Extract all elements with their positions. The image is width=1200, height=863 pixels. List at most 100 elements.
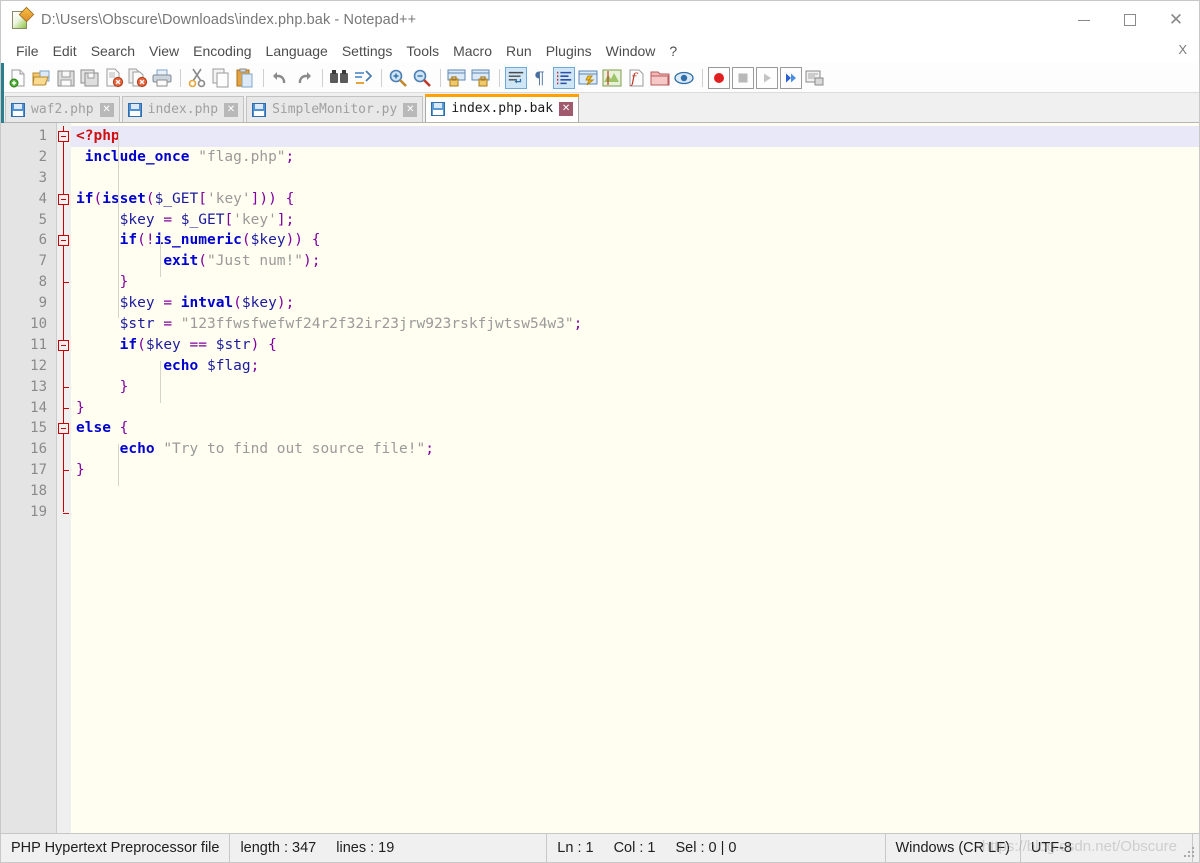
tab-index-php[interactable]: index.php ✕ <box>121 96 245 122</box>
editor-area[interactable]: 1 2 3 4 5 6 7 8 9 10 11 12 13 14 15 16 17 18 19 <?php incl… <box>1 123 1199 833</box>
menu-edit[interactable]: Edit <box>46 41 84 61</box>
save-icon[interactable] <box>55 67 77 89</box>
code-line[interactable] <box>71 481 1199 502</box>
menu-view[interactable]: View <box>142 41 186 61</box>
code-line[interactable]: } <box>71 460 1199 481</box>
show-indent-guide-icon[interactable] <box>553 66 575 89</box>
fold-row[interactable] <box>57 146 71 168</box>
run-macro-multiple-icon[interactable] <box>780 66 802 89</box>
menu-plugins[interactable]: Plugins <box>539 41 599 61</box>
cut-icon[interactable] <box>186 67 208 89</box>
fold-collapse-icon[interactable] <box>58 193 69 205</box>
redo-icon[interactable] <box>293 67 315 89</box>
fold-row[interactable] <box>57 502 71 523</box>
replace-icon[interactable] <box>352 67 374 89</box>
tab-close-icon[interactable]: ✕ <box>99 102 114 117</box>
fold-row[interactable] <box>57 209 71 231</box>
word-wrap-icon[interactable] <box>505 66 527 89</box>
play-macro-icon[interactable] <box>756 66 778 89</box>
tab-waf2-php[interactable]: waf2.php ✕ <box>5 96 120 122</box>
paste-icon[interactable] <box>234 67 256 89</box>
code-line[interactable]: } <box>71 377 1199 398</box>
tab-close-icon[interactable]: ✕ <box>224 102 239 117</box>
zoom-out-icon[interactable] <box>411 67 433 89</box>
fold-row[interactable] <box>57 439 71 461</box>
monitoring-icon[interactable] <box>673 67 695 89</box>
menu-macro[interactable]: Macro <box>446 41 499 61</box>
close-document-button[interactable]: X <box>1178 42 1187 57</box>
code-line[interactable]: $str = "123ffwsfwefwf24r2f32ir23jrw923rs… <box>71 314 1199 335</box>
function-list-icon[interactable]: f <box>625 67 647 89</box>
code-line[interactable] <box>71 168 1199 189</box>
menu-tools[interactable]: Tools <box>399 41 446 61</box>
fold-row[interactable] <box>57 293 71 315</box>
menu-settings[interactable]: Settings <box>335 41 400 61</box>
record-macro-icon[interactable] <box>708 66 730 89</box>
tab-index-php-bak[interactable]: index.php.bak ✕ <box>425 94 580 122</box>
fold-row[interactable] <box>57 251 71 273</box>
undo-icon[interactable] <box>269 67 291 89</box>
stop-macro-icon[interactable] <box>732 66 754 89</box>
code-line[interactable]: echo "Try to find out source file!"; <box>71 439 1199 460</box>
show-all-characters-icon[interactable]: ¶ <box>529 67 551 89</box>
tab-simplemonitor-py[interactable]: SimpleMonitor.py ✕ <box>246 96 424 122</box>
find-icon[interactable] <box>328 67 350 89</box>
menu-language[interactable]: Language <box>259 41 335 61</box>
close-all-files-icon[interactable] <box>127 67 149 89</box>
close-file-icon[interactable] <box>103 67 125 89</box>
fold-row[interactable] <box>57 334 71 356</box>
maximize-button[interactable] <box>1107 1 1153 39</box>
code-line[interactable]: include_once "flag.php"; <box>71 147 1199 168</box>
fold-row[interactable] <box>57 397 71 419</box>
fold-row[interactable] <box>57 314 71 335</box>
code-line[interactable]: echo $flag; <box>71 356 1199 377</box>
code-line[interactable]: } <box>71 272 1199 293</box>
code-line[interactable]: if(isset($_GET['key'])) { <box>71 189 1199 210</box>
code-line[interactable]: if(!is_numeric($key)) { <box>71 230 1199 251</box>
zoom-in-icon[interactable] <box>387 67 409 89</box>
menu-help[interactable]: ? <box>662 41 684 61</box>
fold-row[interactable] <box>57 376 71 398</box>
menu-search[interactable]: Search <box>84 41 142 61</box>
code-line[interactable]: if($key == $str) { <box>71 335 1199 356</box>
fold-row[interactable] <box>57 481 71 503</box>
sync-horizontal-scroll-icon[interactable] <box>470 67 492 89</box>
fold-row[interactable] <box>57 188 71 210</box>
fold-row[interactable] <box>57 230 71 252</box>
menu-file[interactable]: File <box>9 41 46 61</box>
copy-icon[interactable] <box>210 67 232 89</box>
user-defined-dialog-icon[interactable] <box>577 67 599 89</box>
code-line[interactable]: <?php <box>71 126 1199 147</box>
tab-close-icon[interactable]: ✕ <box>403 102 418 117</box>
fold-row[interactable] <box>57 418 71 440</box>
document-map-icon[interactable] <box>601 67 623 89</box>
tab-close-icon[interactable]: ✕ <box>559 101 574 116</box>
fold-collapse-icon[interactable] <box>58 339 69 351</box>
code-line[interactable]: $key = intval($key); <box>71 293 1199 314</box>
fold-row[interactable] <box>57 126 71 147</box>
code-line[interactable]: else { <box>71 418 1199 439</box>
menu-window[interactable]: Window <box>599 41 663 61</box>
menu-run[interactable]: Run <box>499 41 539 61</box>
code-line[interactable] <box>71 502 1199 523</box>
minimize-button[interactable] <box>1061 1 1107 39</box>
fold-row[interactable] <box>57 167 71 189</box>
run-icon[interactable] <box>804 67 826 89</box>
new-file-icon[interactable] <box>7 67 29 89</box>
open-file-icon[interactable] <box>31 67 53 89</box>
close-button[interactable]: ✕ <box>1153 1 1199 39</box>
code-line[interactable]: } <box>71 398 1199 419</box>
print-icon[interactable] <box>151 67 173 89</box>
fold-row[interactable] <box>57 272 71 294</box>
code-text-area[interactable]: <?php include_once "flag.php"; if(isset(… <box>71 123 1199 833</box>
sync-vertical-scroll-icon[interactable] <box>446 67 468 89</box>
menu-encoding[interactable]: Encoding <box>186 41 258 61</box>
code-folding-margin[interactable] <box>57 123 71 833</box>
fold-collapse-icon[interactable] <box>58 423 69 435</box>
fold-row[interactable] <box>57 355 71 377</box>
fold-collapse-icon[interactable] <box>58 235 69 247</box>
fold-collapse-icon[interactable] <box>58 131 69 142</box>
folder-as-workspace-icon[interactable] <box>649 67 671 89</box>
fold-row[interactable] <box>57 460 71 482</box>
code-line[interactable]: $key = $_GET['key']; <box>71 210 1199 231</box>
